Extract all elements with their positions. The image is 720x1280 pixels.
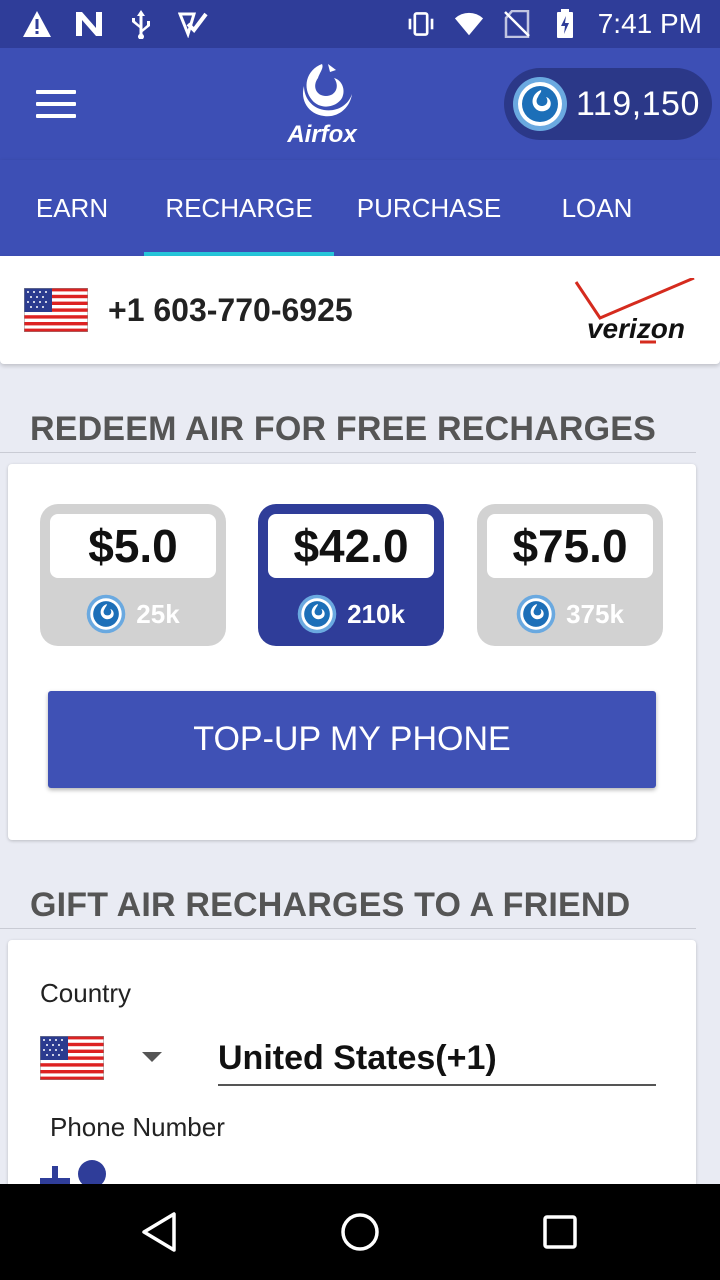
option-cost: 375k — [477, 594, 663, 634]
phone-number-label: Phone Number — [50, 1112, 225, 1142]
menu-icon[interactable] — [30, 84, 82, 124]
tab-loan[interactable]: LOAN — [524, 160, 670, 256]
svg-text:Airfox: Airfox — [286, 121, 358, 148]
option-price: $5.0 — [50, 514, 216, 578]
air-coin-icon — [87, 594, 126, 634]
phone-number: +1 603-770-6925 — [108, 292, 353, 328]
airfox-logo: Airfox — [286, 64, 358, 148]
balance-amount: 119,150 — [576, 84, 700, 123]
tab-bar: EARN RECHARGE PURCHASE LOAN — [0, 160, 720, 256]
home-icon[interactable] — [336, 1208, 384, 1256]
recharge-option-42[interactable]: $42.0 210k — [258, 504, 444, 646]
top-up-button[interactable]: TOP-UP MY PHONE — [48, 691, 656, 788]
my-phone-card: +1 603-770-6925 verizon — [0, 256, 720, 364]
option-price: $42.0 — [268, 514, 434, 578]
option-cost-label: 210k — [347, 598, 405, 629]
tab-recharge[interactable]: RECHARGE — [144, 160, 334, 256]
tab-earn[interactable]: EARN — [0, 160, 144, 256]
wifi-icon — [454, 9, 484, 39]
usb-icon — [126, 9, 156, 39]
svg-text:verizon: verizon — [587, 313, 685, 344]
carrier-logo: verizon — [574, 278, 695, 344]
air-coin-icon — [297, 594, 337, 634]
status-bar: 7:41 PM — [0, 0, 720, 48]
redeem-card: $5.0 25k $42.0 210k $75.0 375k TOP-UP MY… — [8, 464, 696, 840]
gift-section-title: GIFT AIR RECHARGES TO A FRIEND — [30, 886, 631, 924]
recharge-option-5[interactable]: $5.0 25k — [40, 504, 226, 646]
option-cost-label: 375k — [566, 598, 624, 629]
country-dropdown-arrow-icon[interactable] — [142, 1052, 162, 1062]
n-icon — [74, 9, 104, 39]
option-price: $75.0 — [487, 514, 653, 578]
us-flag-icon[interactable] — [40, 1036, 104, 1080]
app-bar: Airfox 119,150 — [0, 48, 720, 160]
gift-card: Country United States(+1) Phone Number — [8, 940, 696, 1200]
status-time: 7:41 PM — [597, 8, 702, 39]
vibrate-icon — [406, 9, 436, 39]
no-sim-icon — [502, 9, 532, 39]
redeem-section-title: REDEEM AIR FOR FREE RECHARGES — [30, 410, 657, 448]
recharge-option-75[interactable]: $75.0 375k — [477, 504, 663, 646]
air-coin-icon — [516, 594, 556, 634]
tab-purchase[interactable]: PURCHASE — [334, 160, 524, 256]
air-coin-icon — [513, 77, 567, 131]
check-icon — [178, 9, 208, 39]
country-label: Country — [40, 978, 132, 1008]
back-icon[interactable] — [136, 1208, 184, 1256]
system-nav-bar — [0, 1184, 720, 1280]
section-divider — [0, 928, 696, 929]
recents-icon[interactable] — [536, 1208, 584, 1256]
section-divider — [0, 452, 696, 453]
option-cost-label: 25k — [136, 598, 180, 629]
warning-icon — [22, 9, 52, 39]
battery-icon — [550, 9, 580, 39]
us-flag-icon — [24, 288, 88, 332]
balance-pill[interactable]: 119,150 — [504, 68, 712, 140]
option-cost: 25k — [40, 594, 226, 634]
option-cost: 210k — [258, 594, 444, 634]
country-input[interactable]: United States(+1) — [218, 1032, 656, 1086]
